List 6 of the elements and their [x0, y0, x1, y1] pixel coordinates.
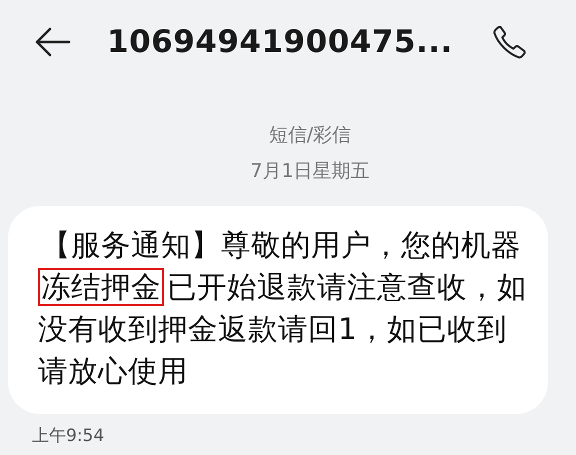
back-icon[interactable]	[35, 27, 71, 57]
contact-title: 10694941900475...	[107, 24, 453, 60]
channel-label: 短信/彩信	[268, 123, 352, 148]
message-text: 【服务通知】尊敬的用户，您的机器 冻结押金 已开始退款请注意查收，如没有收到押金返款请回1，如已收到请放心使用	[38, 227, 528, 390]
date-label: 7月1日星期五	[250, 159, 370, 184]
message-time: 上午9:54	[32, 425, 106, 447]
